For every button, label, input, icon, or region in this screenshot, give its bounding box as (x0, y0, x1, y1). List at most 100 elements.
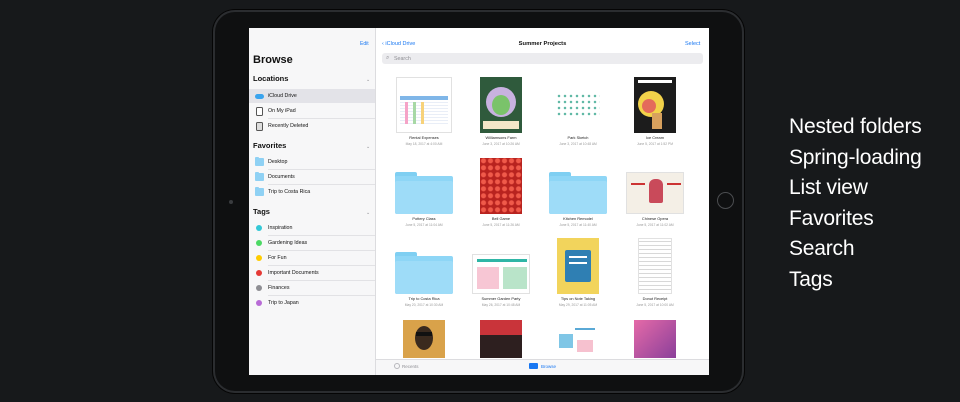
photo-thumbnail (634, 320, 676, 358)
sidebar-item-label: Trip to Japan (268, 300, 299, 306)
sidebar-item-tag-finances[interactable]: Finances (249, 281, 375, 295)
file-tile-williamsons-farm[interactable]: Williamsons Farm June 3, 2017 at 10:26 A… (463, 77, 539, 146)
tag-dot-icon (256, 240, 262, 246)
feature-item: Search (789, 237, 855, 260)
edit-button[interactable]: Edit (360, 41, 369, 47)
tab-bar: Recents Browse (376, 359, 709, 375)
file-name: Pottery Class (412, 216, 436, 221)
tag-dot-icon (256, 285, 262, 291)
sidebar: Edit Browse Locations ⌄ iCloud Drive On … (249, 28, 376, 375)
trash-icon (256, 121, 263, 131)
photo-thumbnail (480, 158, 522, 214)
tab-browse[interactable]: Browse (541, 364, 556, 369)
receipt-thumbnail (638, 238, 672, 294)
poster-thumbnail (472, 254, 530, 294)
file-date: June 5, 2017 at 11:26 AM (482, 222, 520, 227)
folder-icon (255, 156, 264, 166)
sidebar-item-desktop[interactable]: Desktop (249, 155, 375, 169)
tag-dot-icon (256, 225, 262, 231)
file-name: Kitchen Remodel (563, 216, 593, 221)
folder-icon[interactable] (529, 363, 538, 369)
file-tile-donut-receipt[interactable]: Donut Receipt June 5, 2017 at 10:00 AM (617, 238, 693, 307)
section-favorites[interactable]: Favorites (253, 141, 286, 150)
sidebar-item-tag-important-documents[interactable]: Important Documents (249, 266, 375, 280)
feature-item: Tags (789, 267, 833, 291)
section-locations[interactable]: Locations (253, 74, 288, 83)
photo-thumbnail (403, 320, 445, 358)
poster-thumbnail (626, 172, 684, 214)
folder-icon (395, 172, 453, 214)
sidebar-item-label: Documents (268, 174, 295, 180)
section-tags[interactable]: Tags (253, 207, 270, 216)
folder-tile-pottery-class[interactable]: Pottery Class June 5, 2017 at 11:04 AM (386, 158, 462, 227)
file-name: Tips on Note Taking (560, 296, 596, 301)
poster-thumbnail (557, 238, 599, 294)
file-tile-ice-cream[interactable]: Ice Cream June 5, 2017 at 1:52 PM (617, 77, 693, 146)
sidebar-item-label: Finances (268, 285, 290, 291)
sidebar-item-label: iCloud Drive (268, 93, 297, 99)
chevron-down-icon[interactable]: ⌄ (366, 210, 370, 216)
folder-tile-trip-to-costa-rica[interactable]: Trip to Costa Rica May 20, 2017 at 10:30… (386, 238, 462, 307)
file-name: Chinese Opera (641, 216, 669, 221)
file-tile-summer-garden-party[interactable]: Summer Garden Party May 26, 2017 at 10:4… (463, 238, 539, 307)
sidebar-item-tag-for-fun[interactable]: For Fun (249, 251, 375, 265)
chevron-down-icon[interactable]: ⌄ (366, 144, 370, 150)
folder-tile-kitchen-remodel[interactable]: Kitchen Remodel June 5, 2017 at 11:40 AM (540, 158, 616, 227)
clock-icon[interactable] (394, 363, 400, 369)
cloud-icon (255, 94, 264, 99)
sidebar-title: Browse (253, 54, 293, 66)
tag-dot-icon (256, 255, 262, 261)
search-placeholder: Search (394, 55, 411, 62)
file-date: May 18, 2017 at 4:00 AM (405, 141, 443, 146)
file-tile-rental-expenses[interactable]: Rental Expenses May 18, 2017 at 4:00 AM (386, 77, 462, 146)
tab-recents[interactable]: Recents (402, 364, 419, 369)
feature-item: List view (789, 176, 868, 199)
file-tile-chinese-opera[interactable]: Chinese Opera June 5, 2017 at 11:02 AM (617, 158, 693, 227)
sidebar-item-label: For Fun (268, 255, 287, 261)
sidebar-item-label: Recently Deleted (268, 123, 309, 129)
select-button[interactable]: Select (685, 41, 700, 47)
sidebar-item-tag-trip-to-japan[interactable]: Trip to Japan (249, 296, 375, 310)
file-name: Ice Cream (646, 135, 664, 140)
chevron-down-icon[interactable]: ⌄ (366, 77, 370, 83)
spreadsheet-thumbnail (396, 77, 452, 133)
file-date: June 3, 2017 at 10:48 AM (559, 141, 597, 146)
file-date: June 5, 2017 at 11:04 AM (405, 222, 443, 227)
sidebar-item-tag-inspiration[interactable]: Inspiration (249, 221, 375, 235)
file-tile-tips-on-note-taking[interactable]: Tips on Note Taking May 29, 2017 at 11:0… (540, 238, 616, 307)
file-tile-photo-woman[interactable] (386, 320, 462, 358)
file-name: Summer Garden Party (481, 296, 521, 301)
sidebar-item-tag-gardening-ideas[interactable]: Gardening Ideas (249, 236, 375, 250)
file-date: May 29, 2017 at 11:05 AM (558, 302, 598, 307)
ipad-screen: iPad 9:45 AM 100% Edit Browse Locations … (249, 28, 709, 375)
sidebar-item-label: Gardening Ideas (268, 240, 308, 246)
file-tile-photo-market[interactable] (463, 320, 539, 358)
file-tile-photo-pink[interactable] (617, 320, 693, 358)
file-tile-doc-collage[interactable] (540, 320, 616, 358)
folder-title: Summer Projects (518, 41, 567, 47)
sidebar-item-label: Trip to Costa Rica (268, 189, 311, 195)
search-field[interactable]: ⌕ Search (382, 53, 703, 64)
home-button[interactable] (717, 192, 734, 209)
sidebar-item-label: Desktop (268, 159, 288, 165)
search-icon: ⌕ (386, 54, 390, 61)
folder-icon (549, 172, 607, 214)
tag-dot-icon (256, 270, 262, 276)
sidebar-item-on-my-ipad[interactable]: On My iPad (249, 104, 375, 118)
sidebar-item-icloud-drive[interactable]: iCloud Drive (249, 89, 375, 103)
file-name: Williamsons Farm (485, 135, 517, 140)
sidebar-item-trip-to-costa-rica[interactable]: Trip to Costa Rica (249, 185, 375, 199)
file-date: June 5, 2017 at 11:02 AM (636, 222, 674, 227)
feature-item: Favorites (789, 206, 874, 230)
feature-item: Spring-loading (789, 145, 922, 169)
sidebar-item-recently-deleted[interactable]: Recently Deleted (249, 119, 375, 133)
file-tile-park-sketch[interactable]: Park Sketch June 3, 2017 at 10:48 AM (540, 77, 616, 146)
feature-list: Nested folders Spring-loading List view … (789, 112, 922, 295)
ipad-icon (256, 106, 263, 116)
file-name: Trip to Costa Rica (408, 296, 440, 301)
poster-thumbnail (634, 77, 676, 133)
file-date: June 5, 2017 at 1:52 PM (637, 141, 673, 146)
sidebar-item-documents[interactable]: Documents (249, 170, 375, 184)
file-browser: ‹ iCloud Drive Summer Projects Select ⌕ … (376, 28, 709, 375)
file-tile-bell-game[interactable]: Bell Game June 5, 2017 at 11:26 AM (463, 158, 539, 227)
